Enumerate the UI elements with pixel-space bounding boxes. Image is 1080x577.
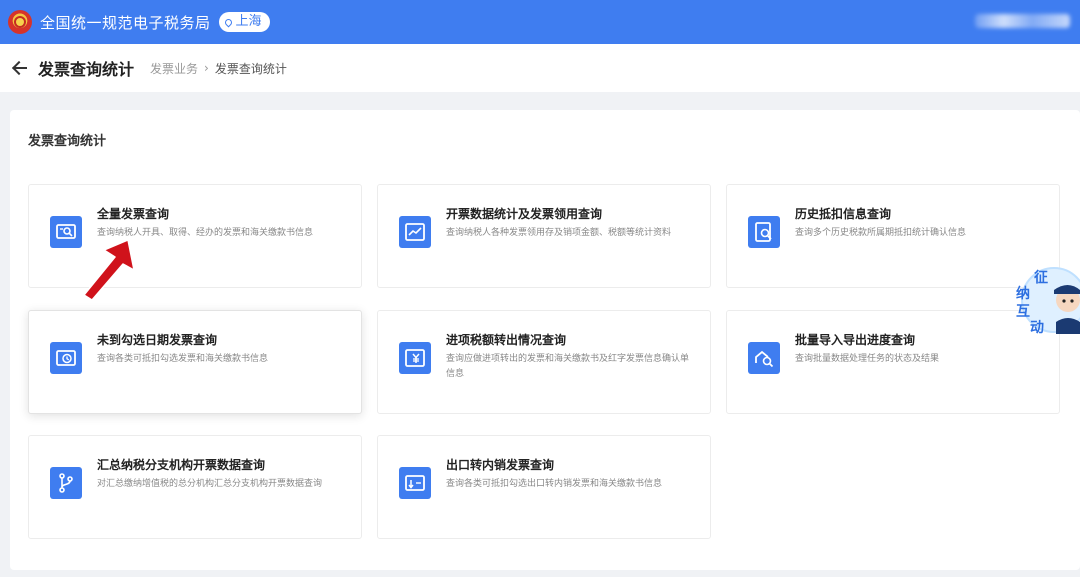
mascot-char: 纳 <box>1016 285 1030 302</box>
card-title: 进项税额转出情况查询 <box>446 333 567 347</box>
card-batch-progress-query[interactable]: 批量导入导出进度查询 查询批量数据处理任务的状态及结果 <box>726 310 1060 414</box>
user-info-blurred[interactable] <box>975 14 1070 28</box>
main-panel: 发票查询统计 全量发票查询 查询纳税人开具、取得、经办的发票和海关缴款书信息 开… <box>10 110 1080 570</box>
card-desc: 对汇总缴纳增值税的总分机构汇总分支机构开票数据查询 <box>97 479 323 489</box>
card-desc: 查询各类可抵扣勾选发票和海关缴款书信息 <box>97 354 269 364</box>
card-title: 未到勾选日期发票查询 <box>97 333 218 347</box>
cloud-search-icon <box>748 342 780 374</box>
branch-icon <box>50 467 82 499</box>
card-desc: 查询批量数据处理任务的状态及结果 <box>795 354 940 364</box>
page-header: 发票查询统计 发票业务 › 发票查询统计 <box>0 44 1080 92</box>
chart-statistics-icon <box>399 216 431 248</box>
breadcrumb-item-invoice-business[interactable]: 发票业务 <box>150 60 198 77</box>
card-not-due-selection-query[interactable]: 未到勾选日期发票查询 查询各类可抵扣勾选发票和海关缴款书信息 <box>28 310 362 414</box>
card-title: 历史抵扣信息查询 <box>795 207 892 221</box>
card-desc: 查询多个历史税款所属期抵扣统计确认信息 <box>795 228 967 238</box>
export-invoice-icon <box>399 467 431 499</box>
card-desc: 查询各类可抵扣勾选出口转内销发票和海关缴款书信息 <box>446 479 663 489</box>
card-desc: 查询纳税人开具、取得、经办的发票和海关缴款书信息 <box>97 228 314 238</box>
mascot-char: 动 <box>1030 319 1044 336</box>
top-bar: 全国统一规范电子税务局 上海 <box>0 0 1080 44</box>
card-history-deduction-query[interactable]: 历史抵扣信息查询 查询多个历史税款所属期抵扣统计确认信息 <box>726 184 1060 288</box>
breadcrumb-item-current: 发票查询统计 <box>214 61 287 76</box>
card-title: 开票数据统计及发票领用查询 <box>446 207 603 221</box>
red-annotation-arrow-icon <box>83 240 135 301</box>
breadcrumb: 发票业务 › 发票查询统计 <box>150 60 287 77</box>
yuan-transfer-icon <box>399 342 431 374</box>
back-arrow-icon[interactable] <box>12 60 28 76</box>
mascot-char: 互 <box>1016 304 1030 320</box>
card-desc: 查询纳税人各种发票领用存及销项金额、税额等统计资料 <box>446 228 672 238</box>
card-desc: 查询应做进项转出的发票和海关缴款书及红字发票信息确认单信息 <box>446 354 690 379</box>
card-title: 全量发票查询 <box>97 207 170 221</box>
mascot-interaction-widget[interactable]: 征 纳 互 动 <box>1012 260 1080 336</box>
region-selector[interactable]: 上海 <box>218 12 270 32</box>
location-pin-icon <box>223 17 233 27</box>
chevron-right-icon: › <box>204 61 209 75</box>
mascot-char: 征 <box>1034 269 1048 286</box>
card-title: 批量导入导出进度查询 <box>795 333 916 347</box>
card-input-tax-transfer-query[interactable]: 进项税额转出情况查询 查询应做进项转出的发票和海关缴款书及红字发票信息确认单信息 <box>377 310 711 414</box>
card-issuance-stats-query[interactable]: 开票数据统计及发票领用查询 查询纳税人各种发票领用存及销项金额、税额等统计资料 <box>377 184 711 288</box>
site-name[interactable]: 全国统一规范电子税务局 <box>40 12 211 33</box>
region-label: 上海 <box>235 14 262 29</box>
section-title: 发票查询统计 <box>28 134 107 149</box>
clock-invoice-icon <box>50 342 82 374</box>
card-title: 汇总纳税分支机构开票数据查询 <box>97 458 266 472</box>
card-title: 出口转内销发票查询 <box>446 458 555 472</box>
tax-emblem-icon <box>8 10 32 34</box>
card-export-to-domestic-query[interactable]: 出口转内销发票查询 查询各类可抵扣勾选出口转内销发票和海关缴款书信息 <box>377 435 711 539</box>
page-title: 发票查询统计 <box>38 60 135 79</box>
card-branch-summary-query[interactable]: 汇总纳税分支机构开票数据查询 对汇总缴纳增值税的总分机构汇总分支机构开票数据查询 <box>28 435 362 539</box>
history-search-icon <box>748 216 780 248</box>
